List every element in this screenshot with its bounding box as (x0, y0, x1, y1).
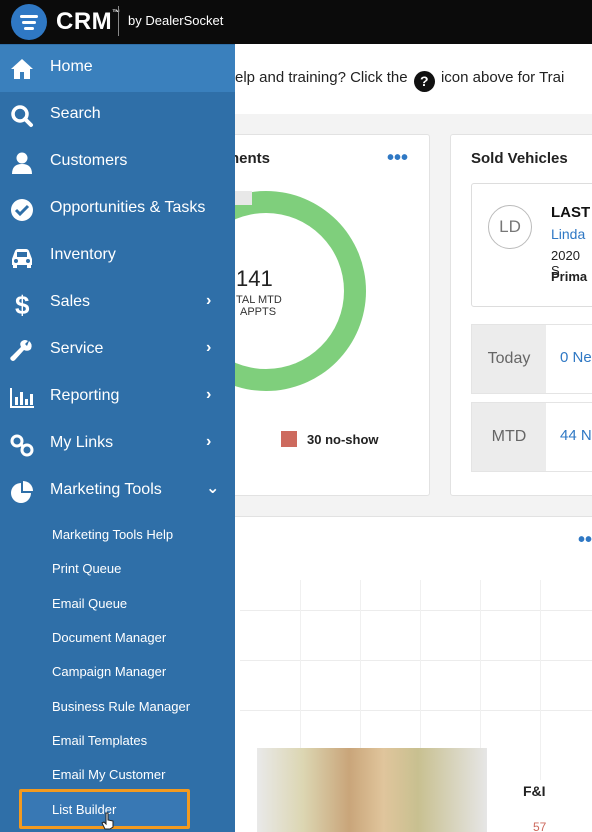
stat-label: Today (472, 325, 546, 393)
sidebar-item-label: Opportunities & Tasks (50, 199, 206, 216)
sold-entry-primary: Prima (551, 269, 588, 284)
grid-line (540, 580, 541, 780)
blurred-photo (257, 748, 487, 832)
submenu-marketing-tools-help[interactable]: Marketing Tools Help (52, 527, 173, 542)
appointments-donut-gap (234, 191, 252, 205)
help-banner-text: elp and training? Click the ? icon above… (235, 69, 564, 92)
chevron-right-icon: › (206, 386, 212, 403)
submenu-email-queue[interactable]: Email Queue (52, 596, 127, 611)
sidebar-item-label: Search (50, 105, 101, 122)
sidebar-item-home[interactable]: Home (0, 45, 235, 92)
sidebar-item-label: My Links (50, 434, 114, 451)
menu-toggle-icon[interactable] (11, 4, 47, 40)
sidebar-item-customers[interactable]: Customers (0, 139, 235, 186)
sidebar-item-label: Customers (50, 152, 128, 169)
sidebar-item-label: Home (50, 58, 93, 75)
user-icon (12, 152, 32, 174)
appointments-card-menu-icon[interactable]: ••• (387, 148, 408, 168)
avatar: LD (488, 205, 532, 249)
submenu-campaign-manager[interactable]: Campaign Manager (52, 664, 166, 679)
submenu-email-templates[interactable]: Email Templates (52, 733, 147, 748)
no-show-legend-label: 30 no-show (307, 432, 379, 447)
stat-value-link[interactable]: 0 Ne (560, 349, 592, 366)
sidebar-item-label: Inventory (50, 246, 116, 263)
fi-column-label: F&I (523, 783, 546, 799)
sidebar-item-my-links[interactable]: My Links › (0, 421, 235, 468)
submenu-print-queue[interactable]: Print Queue (52, 561, 121, 576)
wrench-icon (10, 340, 32, 361)
top-bar: CRM™ by DealerSocket (0, 0, 592, 44)
svg-text:$: $ (15, 292, 30, 316)
sold-entry-heading: LAST (551, 204, 591, 221)
lower-card-menu-icon[interactable]: ••• (578, 530, 592, 550)
appointments-total-label: TAL MTD APPTS (236, 294, 282, 318)
submenu-business-rule-manager[interactable]: Business Rule Manager (52, 699, 190, 714)
sold-vehicles-title: Sold Vehicles (471, 150, 568, 167)
submenu-email-my-customer[interactable]: Email My Customer (52, 767, 165, 782)
logo-tagline: by DealerSocket (128, 13, 224, 28)
chevron-right-icon: › (206, 433, 212, 450)
sidebar-item-label: Service (50, 340, 104, 357)
sold-vehicle-entry[interactable] (471, 183, 592, 307)
stat-row-mtd: MTD 44 N (471, 402, 592, 472)
sidebar-item-opportunities[interactable]: Opportunities & Tasks (0, 186, 235, 233)
appointments-total: 141 (236, 266, 273, 291)
fi-value: 57 (533, 820, 547, 832)
sidebar-item-search[interactable]: Search (0, 92, 235, 139)
help-question-icon[interactable]: ? (413, 71, 435, 92)
sidebar-item-label: Marketing Tools (50, 481, 162, 498)
sidebar-item-service[interactable]: Service › (0, 327, 235, 374)
sidebar-item-reporting[interactable]: Reporting › (0, 374, 235, 421)
stat-value-link[interactable]: 44 N (560, 427, 592, 444)
sold-entry-customer-link[interactable]: Linda (551, 226, 585, 242)
chevron-down-icon: ⌄ (206, 480, 220, 497)
link-icon (10, 434, 34, 457)
chevron-right-icon: › (206, 292, 212, 309)
search-icon (11, 105, 33, 127)
sidebar-item-label: Sales (50, 293, 91, 310)
sidebar-item-label: Reporting (50, 387, 120, 404)
car-icon (12, 249, 32, 268)
stat-label: MTD (472, 403, 546, 471)
appointments-card-title: nents (230, 150, 271, 167)
logo-divider (118, 6, 119, 36)
check-circle-icon (11, 199, 33, 221)
sidebar-item-marketing-tools[interactable]: Marketing Tools ⌄ (0, 468, 235, 515)
sidebar-item-sales[interactable]: $ Sales › (0, 280, 235, 327)
crm-logo[interactable]: CRM™ (56, 8, 121, 36)
bar-chart-icon (10, 388, 34, 408)
stat-row-today: Today 0 Ne (471, 324, 592, 394)
home-icon (11, 59, 33, 79)
sidebar-item-inventory[interactable]: Inventory (0, 233, 235, 280)
pie-chart-icon (11, 481, 33, 503)
hand-cursor-icon (101, 812, 114, 830)
submenu-document-manager[interactable]: Document Manager (52, 630, 166, 645)
chevron-right-icon: › (206, 339, 212, 356)
no-show-legend-swatch (281, 431, 297, 447)
dollar-icon: $ (15, 292, 30, 316)
